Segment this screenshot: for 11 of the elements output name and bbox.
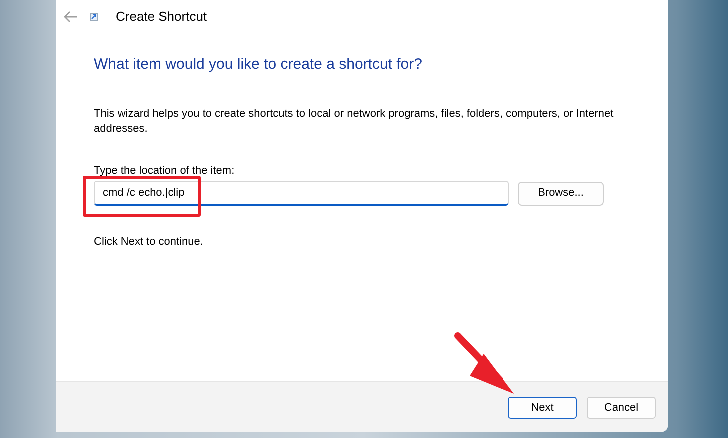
wizard-heading: What item would you like to create a shortcut for? xyxy=(94,55,424,75)
browse-button[interactable]: Browse... xyxy=(518,182,604,206)
window-title: Create Shortcut xyxy=(116,8,208,26)
back-arrow-icon[interactable] xyxy=(64,11,78,23)
cancel-button[interactable]: Cancel xyxy=(587,397,656,419)
next-button[interactable]: Next xyxy=(508,397,577,419)
shortcut-icon xyxy=(90,13,98,21)
continue-hint: Click Next to continue. xyxy=(94,235,204,250)
location-input[interactable]: cmd /c echo.|clip xyxy=(94,181,509,206)
wizard-description: This wizard helps you to create shortcuts to local or network programs, files, folders, computers, or Internet addresses. xyxy=(94,106,615,136)
location-label: Type the location of the item: xyxy=(94,164,236,178)
